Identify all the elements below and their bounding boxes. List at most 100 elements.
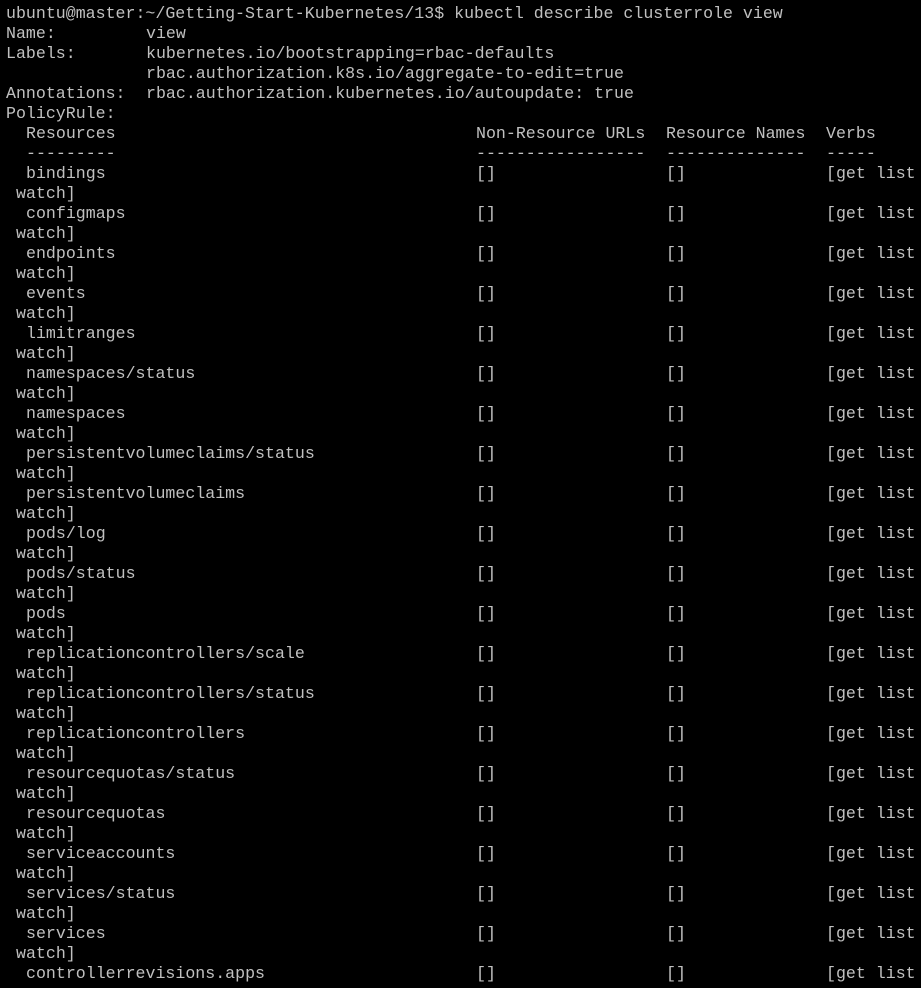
resource-cell: persistentvolumeclaims/status	[26, 444, 315, 463]
verbs-cell: [get list	[826, 724, 916, 743]
header-verbs: Verbs	[826, 124, 876, 143]
resource-cell: pods/log	[26, 524, 106, 543]
table-row: limitranges [] [] [get list	[6, 324, 921, 344]
resource-names-cell: []	[666, 524, 686, 543]
header-resources: Resources	[26, 124, 116, 143]
resource-names-cell: []	[666, 964, 686, 983]
resource-cell: replicationcontrollers/scale	[26, 644, 305, 663]
resource-names-cell: []	[666, 844, 686, 863]
non-resource-urls-cell: []	[476, 804, 496, 823]
verbs-cell-wrap: watch]	[16, 344, 76, 363]
verbs-cell: [get list	[826, 604, 916, 623]
table-row-wrap: watch]	[6, 544, 921, 564]
separator-resources: ---------	[26, 144, 116, 163]
verbs-cell-wrap: watch]	[16, 584, 76, 603]
non-resource-urls-cell: []	[476, 204, 496, 223]
resource-names-cell: []	[666, 284, 686, 303]
table-row-wrap: watch]	[6, 504, 921, 524]
verbs-cell-wrap: watch]	[16, 824, 76, 843]
table-row: services [] [] [get list	[6, 924, 921, 944]
verbs-cell-wrap: watch]	[16, 624, 76, 643]
verbs-cell-wrap: watch]	[16, 384, 76, 403]
non-resource-urls-cell: []	[476, 844, 496, 863]
resource-names-cell: []	[666, 804, 686, 823]
non-resource-urls-cell: []	[476, 964, 496, 983]
table-row-wrap: watch]	[6, 184, 921, 204]
resource-cell: replicationcontrollers/status	[26, 684, 315, 703]
table-row-wrap: watch]	[6, 664, 921, 684]
table-row: resourcequotas/status [] [] [get list	[6, 764, 921, 784]
verbs-cell: [get list	[826, 764, 916, 783]
verbs-cell: [get list	[826, 804, 916, 823]
verbs-cell: [get list	[826, 164, 916, 183]
name-key: Name:	[6, 24, 56, 43]
table-row: namespaces [] [] [get list	[6, 404, 921, 424]
header-resource-names: Resource Names	[666, 124, 806, 143]
verbs-cell: [get list	[826, 324, 916, 343]
shell-prompt: ubuntu@master:~/Getting-Start-Kubernetes…	[6, 4, 445, 23]
verbs-cell-wrap: watch]	[16, 504, 76, 523]
non-resource-urls-cell: []	[476, 764, 496, 783]
verbs-cell: [get list	[826, 524, 916, 543]
resource-cell: pods	[26, 604, 66, 623]
table-row-wrap: watch]	[6, 824, 921, 844]
table-row: replicationcontrollers [] [] [get list	[6, 724, 921, 744]
non-resource-urls-cell: []	[476, 164, 496, 183]
separator-resource-names: --------------	[666, 144, 806, 163]
non-resource-urls-cell: []	[476, 644, 496, 663]
verbs-cell-wrap: watch]	[16, 264, 76, 283]
verbs-cell: [get list	[826, 364, 916, 383]
verbs-cell: [get list	[826, 484, 916, 503]
name-line: Name: view	[6, 24, 921, 44]
table-row-wrap: watch]	[6, 864, 921, 884]
non-resource-urls-cell: []	[476, 364, 496, 383]
command-text: kubectl describe clusterrole view	[454, 4, 783, 23]
verbs-cell: [get list	[826, 404, 916, 423]
table-separator: --------- ----------------- ------------…	[6, 144, 921, 164]
verbs-cell: [get list	[826, 564, 916, 583]
table-row: pods/log [] [] [get list	[6, 524, 921, 544]
table-row: serviceaccounts [] [] [get list	[6, 844, 921, 864]
annotations-key: Annotations:	[6, 84, 126, 103]
verbs-cell: [get list	[826, 844, 916, 863]
resource-names-cell: []	[666, 724, 686, 743]
annotations-value: rbac.authorization.kubernetes.io/autoupd…	[146, 84, 634, 103]
non-resource-urls-cell: []	[476, 244, 496, 263]
verbs-cell-wrap: watch]	[16, 544, 76, 563]
verbs-cell-wrap: watch]	[16, 744, 76, 763]
terminal-window[interactable]: ubuntu@master:~/Getting-Start-Kubernetes…	[0, 0, 921, 988]
resource-names-cell: []	[666, 884, 686, 903]
resource-names-cell: []	[666, 444, 686, 463]
table-row-wrap: watch]	[6, 304, 921, 324]
table-row: persistentvolumeclaims [] [] [get list	[6, 484, 921, 504]
non-resource-urls-cell: []	[476, 484, 496, 503]
verbs-cell: [get list	[826, 964, 916, 983]
non-resource-urls-cell: []	[476, 684, 496, 703]
table-row-wrap: watch]	[6, 624, 921, 644]
table-row: controllerrevisions.apps [] [] [get list	[6, 964, 921, 984]
verbs-cell-wrap: watch]	[16, 864, 76, 883]
table-row: replicationcontrollers/status [] [] [get li…	[6, 684, 921, 704]
non-resource-urls-cell: []	[476, 884, 496, 903]
non-resource-urls-cell: []	[476, 404, 496, 423]
labels-line: Labels: kubernetes.io/bootstrapping=rbac…	[6, 44, 921, 64]
verbs-cell-wrap: watch]	[16, 944, 76, 963]
table-row-wrap: watch]	[6, 424, 921, 444]
resource-cell: events	[26, 284, 86, 303]
non-resource-urls-cell: []	[476, 604, 496, 623]
table-row-wrap: watch]	[6, 224, 921, 244]
verbs-cell: [get list	[826, 924, 916, 943]
verbs-cell-wrap: watch]	[16, 224, 76, 243]
resource-cell: namespaces	[26, 404, 126, 423]
verbs-cell-wrap: watch]	[16, 664, 76, 683]
verbs-cell-wrap: watch]	[16, 904, 76, 923]
policy-rule-rows: bindings[][] [get list watch] configmaps[][…	[6, 164, 921, 984]
table-row: namespaces/status [] [] [get list	[6, 364, 921, 384]
non-resource-urls-cell: []	[476, 444, 496, 463]
verbs-cell: [get list	[826, 204, 916, 223]
resource-names-cell: []	[666, 764, 686, 783]
table-row-wrap: watch]	[6, 344, 921, 364]
verbs-cell-wrap: watch]	[16, 704, 76, 723]
labels-key: Labels:	[6, 44, 76, 63]
verbs-cell: [get list	[826, 444, 916, 463]
